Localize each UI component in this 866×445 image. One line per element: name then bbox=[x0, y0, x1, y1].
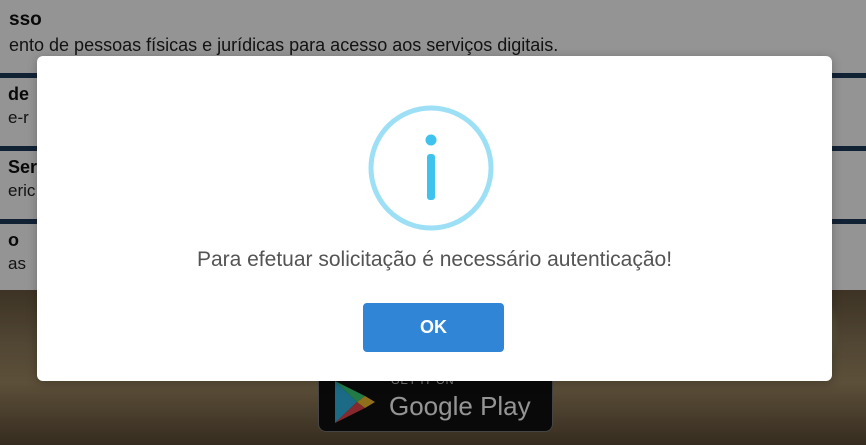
dialog-message: Para efetuar solicitação é necessário au… bbox=[196, 248, 673, 271]
info-icon bbox=[368, 105, 494, 231]
alert-dialog: Para efetuar solicitação é necessário au… bbox=[37, 56, 832, 381]
page: sso ento de pessoas físicas e jurídicas … bbox=[0, 0, 866, 445]
ok-button[interactable]: OK bbox=[363, 303, 504, 352]
